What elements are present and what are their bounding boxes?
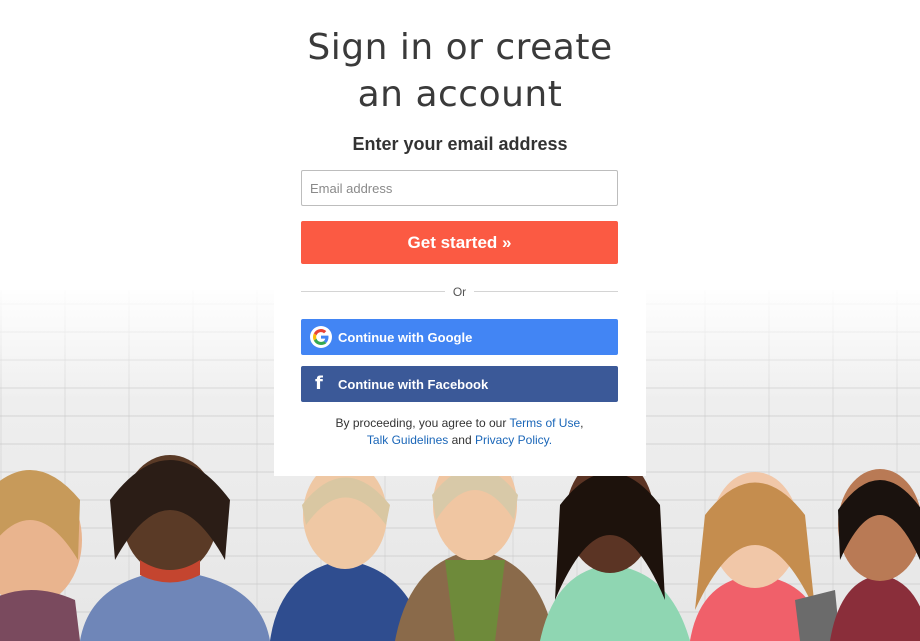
get-started-button[interactable]: Get started » [301,221,618,264]
person-6 [690,472,840,641]
google-g-icon [310,326,332,348]
email-input[interactable] [301,170,618,206]
person-3 [270,461,425,641]
legal-prefix: By proceeding, you agree to our [335,416,510,430]
google-button-label: Continue with Google [338,330,473,345]
continue-with-facebook-button[interactable]: f Continue with Facebook [301,366,618,402]
person-4 [395,449,555,641]
terms-of-use-link[interactable]: Terms of Use [509,416,580,430]
person-1 [0,470,82,641]
or-divider: Or [301,283,618,301]
legal-period: . [548,433,553,447]
page-title: Sign in or create an account [0,24,920,118]
facebook-button-label: Continue with Facebook [338,377,489,392]
title-line-2: an account [357,74,563,115]
person-7 [830,469,920,641]
divider-text: Or [452,285,467,299]
facebook-f-icon: f [315,373,323,394]
legal-notice: By proceeding, you agree to our Terms of… [301,415,618,449]
email-prompt: Enter your email address [352,134,568,154]
talk-guidelines-link[interactable]: Talk Guidelines [367,433,448,447]
legal-comma: , [580,416,584,430]
person-2 [80,455,270,641]
title-line-1: Sign in or create [307,27,613,68]
person-5 [540,457,690,641]
divider-line-right [474,291,618,292]
privacy-policy-link[interactable]: Privacy Policy [475,433,549,447]
continue-with-google-button[interactable]: Continue with Google [301,319,618,355]
legal-and: and [448,433,475,447]
